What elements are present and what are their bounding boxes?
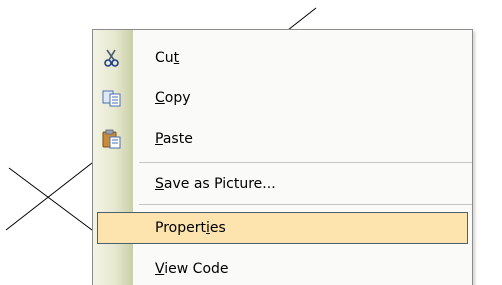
context-menu: Cut Copy Paste Save as Picture... Proper… <box>92 29 473 285</box>
menu-item-copy[interactable]: Copy <box>93 80 472 116</box>
menu-item-label: Save as Picture... <box>155 176 276 192</box>
menu-item-label: Properties <box>155 220 226 236</box>
menu-separator <box>139 162 472 163</box>
menu-item-label: View Code <box>155 261 229 277</box>
diagonal-line-top <box>287 7 317 31</box>
menu-item-highlight <box>97 212 468 244</box>
menu-item-properties[interactable]: Properties <box>93 210 472 246</box>
menu-item-label: Copy <box>155 90 191 106</box>
diagonal-line-left-a <box>8 167 93 231</box>
menu-separator <box>139 204 472 205</box>
menu-item-cut[interactable]: Cut <box>93 40 472 76</box>
scissors-icon <box>104 49 119 67</box>
menu-item-save-as-picture[interactable]: Save as Picture... <box>93 166 472 202</box>
canvas: Cut Copy Paste Save as Picture... Proper… <box>0 0 502 285</box>
copy-icon <box>102 90 121 107</box>
paste-icon <box>102 129 121 149</box>
menu-item-view-code[interactable]: View Code <box>93 251 472 285</box>
menu-item-paste[interactable]: Paste <box>93 121 472 157</box>
menu-item-label: Paste <box>155 131 193 147</box>
menu-item-label: Cut <box>155 50 180 66</box>
